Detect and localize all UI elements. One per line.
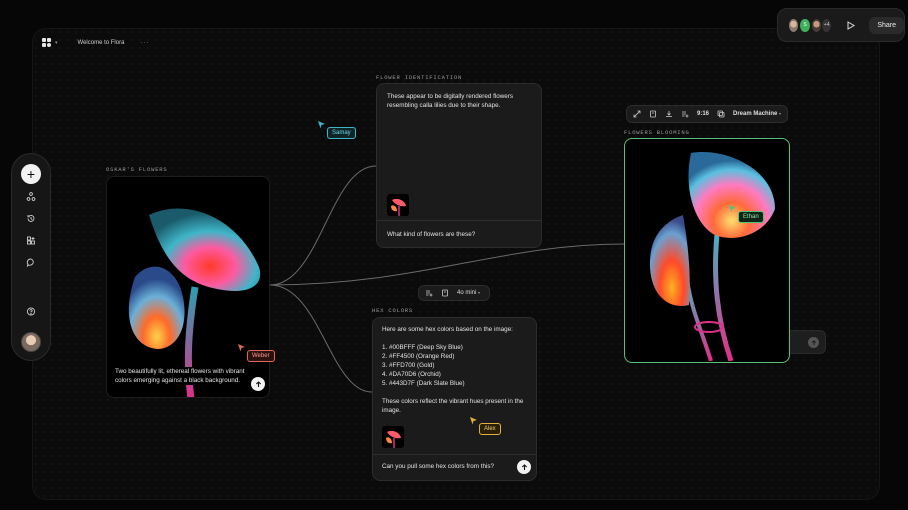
nodes-icon[interactable]: [26, 192, 36, 201]
project-title[interactable]: Welcome to Flora: [78, 40, 125, 46]
download-icon[interactable]: [665, 110, 673, 118]
response-intro: Here are some hex colors based on the im…: [382, 326, 513, 333]
left-toolbar: +: [11, 153, 51, 361]
avatar[interactable]: [788, 17, 800, 33]
copy-icon[interactable]: [717, 110, 725, 118]
side-prompt-input[interactable]: [790, 330, 826, 354]
send-icon: [811, 339, 816, 345]
share-button[interactable]: Share: [869, 16, 904, 34]
cursor-arrow-icon: [470, 417, 477, 425]
hex-color-item: 2. #FF4500 (Orange Red): [382, 353, 455, 360]
hex-color-item: 5. #443D7F (Dark Slate Blue): [382, 380, 465, 387]
model-name: Dream Machine: [733, 111, 778, 117]
avatar[interactable]: [810, 17, 822, 33]
bookmark-icon[interactable]: [649, 110, 657, 118]
node-label-oskar: OSKAR'S FLOWERS: [106, 166, 168, 173]
cursor-samay: Samay: [318, 121, 356, 139]
expand-icon[interactable]: [633, 110, 641, 118]
send-button[interactable]: [517, 460, 531, 474]
hex-color-item: 1. #00BFFF (Deep Sky Blue): [382, 344, 463, 351]
cursor-name-tag: Ethan: [738, 211, 764, 223]
connector-bloom: [269, 243, 625, 286]
history-icon[interactable]: [27, 214, 36, 223]
apps-icon[interactable]: [27, 236, 36, 245]
cursor-alex: Alex: [470, 417, 501, 435]
chevron-down-icon: ▾: [779, 111, 782, 116]
text-node-hex[interactable]: Here are some hex colors based on the im…: [372, 317, 537, 481]
cursor-arrow-icon: [238, 344, 245, 352]
node-label-blooming: FLOWERS BLOOMING: [624, 129, 690, 136]
avatar[interactable]: [21, 332, 41, 352]
text-node-identification[interactable]: These appear to be digitally rendered fl…: [376, 83, 542, 248]
prompt-text[interactable]: Can you pull some hex colors from this?: [382, 462, 494, 471]
image-thumbnail: [387, 194, 409, 216]
cursor-arrow-icon: [729, 205, 736, 213]
model-name: 4o mini: [457, 290, 477, 296]
collaborator-bar: S +4 Share: [777, 8, 905, 42]
send-button[interactable]: [808, 337, 819, 348]
flower-video-frame: [649, 152, 775, 361]
model-select[interactable]: Dream Machine ▾: [733, 111, 781, 117]
cursor-weber: Weber: [238, 344, 275, 362]
add-list-icon[interactable]: [681, 110, 689, 118]
chevron-down-icon: ▾: [478, 290, 481, 295]
more-options-icon[interactable]: ···: [140, 40, 149, 46]
prompt-text[interactable]: What kind of flowers are these?: [387, 230, 475, 239]
cursor-arrow-icon: [318, 121, 325, 129]
video-node-blooming[interactable]: [624, 138, 790, 363]
hex-color-item: 4. #DA70D6 (Orchid): [382, 371, 441, 378]
model-toolbar-hex: 4o mini ▾: [418, 285, 490, 301]
ai-response: These appear to be digitally rendered fl…: [387, 93, 514, 109]
flower-image: [128, 208, 261, 397]
add-node-button[interactable]: +: [21, 164, 41, 184]
cursor-ethan: Ethan: [729, 205, 764, 223]
model-select[interactable]: 4o mini ▾: [457, 290, 480, 296]
divider: [373, 454, 536, 455]
node-label-hex: HEX COLORS: [372, 307, 414, 314]
cursor-name-tag: Weber: [247, 350, 275, 362]
hex-color-item: 3. #FFD700 (Gold): [382, 362, 435, 369]
help-icon[interactable]: [26, 307, 36, 316]
connector-hex: [269, 284, 373, 393]
more-collaborators-badge[interactable]: +4: [821, 18, 832, 32]
avatar[interactable]: S: [799, 17, 811, 33]
plus-icon: +: [26, 166, 36, 182]
image-caption: Two beautifully lit, ethereal flowers wi…: [115, 367, 261, 385]
aspect-ratio-select[interactable]: 9:16: [697, 111, 709, 117]
workspace-header: ▾ Welcome to Flora ···: [42, 36, 149, 50]
ai-response: Here are some hex colors based on the im…: [382, 325, 530, 415]
response-outro: These colors reflect the vibrant hues pr…: [382, 398, 524, 414]
play-icon[interactable]: [847, 20, 856, 30]
chevron-down-icon[interactable]: ▾: [55, 40, 58, 46]
cursor-name-tag: Samay: [327, 127, 356, 139]
divider: [377, 220, 541, 221]
send-button[interactable]: [251, 377, 265, 391]
image-thumbnail: [382, 426, 404, 448]
bookmark-icon[interactable]: [441, 289, 449, 297]
connector-id: [269, 165, 377, 286]
cursor-name-tag: Alex: [479, 423, 501, 435]
add-list-icon[interactable]: [425, 289, 433, 297]
node-label-identification: FLOWER IDENTIFICATION: [376, 74, 463, 81]
image-node-oskar[interactable]: Two beautifully lit, ethereal flowers wi…: [106, 176, 270, 398]
chat-icon[interactable]: [26, 258, 36, 267]
send-icon: [255, 380, 261, 387]
video-toolbar: 9:16 Dream Machine ▾: [626, 105, 788, 123]
flora-logo-icon[interactable]: [42, 38, 52, 48]
send-icon: [521, 463, 527, 470]
